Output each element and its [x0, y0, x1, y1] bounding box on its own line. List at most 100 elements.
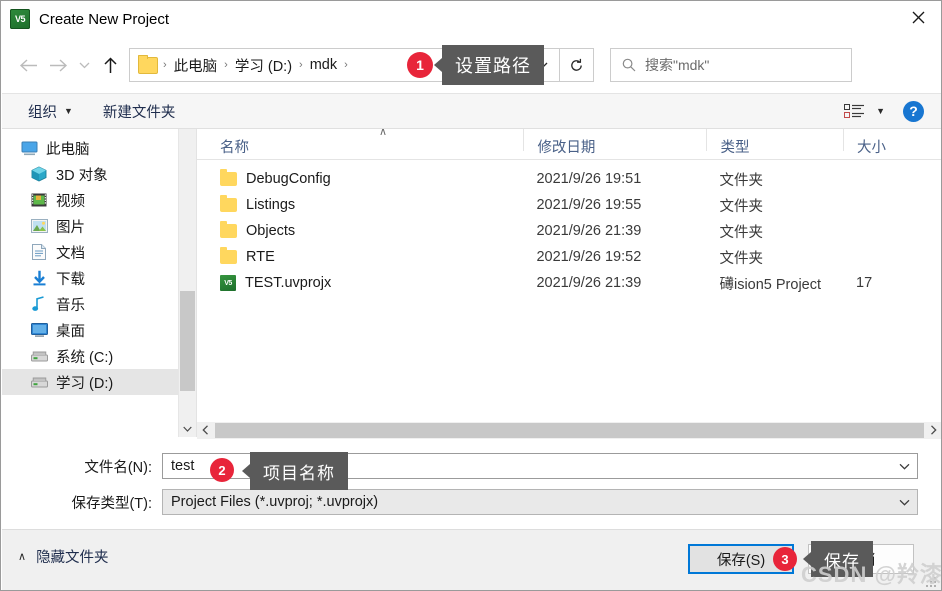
- hide-folders-label: 隐藏文件夹: [36, 550, 109, 566]
- sidebar-item-2[interactable]: 视频: [2, 187, 178, 213]
- breadcrumb-item-1[interactable]: 学习 (D:): [233, 55, 294, 76]
- pictures-icon: [30, 218, 48, 234]
- file-name-label: DebugConfig: [246, 171, 331, 187]
- breadcrumb-separator: ›: [224, 59, 228, 71]
- column-header-date[interactable]: 修改日期: [523, 129, 706, 156]
- sidebar-item-8[interactable]: 系统 (C:): [2, 343, 178, 369]
- table-row[interactable]: TEST.uvprojx 2021/9/26 21:39 礡ision5 Proje…: [197, 270, 941, 296]
- sidebar-item-0[interactable]: 此电脑: [2, 135, 178, 161]
- help-button[interactable]: ?: [903, 100, 924, 122]
- scrollbar-thumb[interactable]: [215, 423, 924, 438]
- folder-icon: [220, 195, 237, 212]
- create-new-project-dialog: Create New Project › 此电脑 › 学习 (D:) ›: [0, 0, 942, 591]
- sidebar-item-label: 系统 (C:): [56, 349, 114, 366]
- chevron-down-icon[interactable]: [891, 490, 917, 514]
- file-name-label: Listings: [246, 197, 296, 213]
- chevron-up-icon[interactable]: chevron-up-icon: [179, 129, 196, 146]
- column-headers: ∧ 名称 修改日期 类型 大小: [197, 129, 941, 160]
- refresh-icon[interactable]: [560, 48, 594, 82]
- sidebar-item-9[interactable]: 学习 (D:): [2, 369, 178, 395]
- breadcrumb-item-2[interactable]: mdk: [308, 57, 339, 73]
- annotation-badge-2: 2: [210, 458, 234, 482]
- breadcrumb-item-0[interactable]: 此电脑: [172, 55, 220, 76]
- file-size-cell: 17: [856, 275, 873, 291]
- file-type-cell: 文件夹: [719, 224, 763, 241]
- window-title: Create New Project: [39, 10, 170, 28]
- table-row[interactable]: DebugConfig 2021/9/26 19:51 文件夹: [197, 166, 941, 192]
- title-bar: Create New Project: [1, 1, 941, 37]
- forward-icon[interactable]: [43, 48, 73, 82]
- file-rows: DebugConfig 2021/9/26 19:51 文件夹 Listings 202…: [197, 160, 941, 296]
- navigation-pane: 此电脑 3D 对象视频图片文档下载音乐 桌面系统 (C:) 学习 (D:): [2, 129, 178, 437]
- videos-icon: [30, 192, 48, 208]
- table-row[interactable]: Listings 2021/9/26 19:55 文件夹: [197, 192, 941, 218]
- sidebar-item-5[interactable]: 下载: [2, 265, 178, 291]
- folder-icon: [220, 169, 237, 186]
- file-date-cell: 2021/9/26 19:52: [536, 249, 642, 265]
- close-icon[interactable]: [895, 1, 941, 34]
- file-list-horizontal-scrollbar[interactable]: [197, 422, 941, 439]
- filename-label: 文件名(N):: [84, 459, 152, 476]
- folder-icon: [138, 54, 158, 74]
- chevron-down-icon[interactable]: [891, 454, 917, 478]
- sidebar-item-3[interactable]: 图片: [2, 213, 178, 239]
- uvision5-icon: [10, 9, 30, 29]
- file-date-cell: 2021/9/26 19:51: [536, 171, 642, 187]
- table-row[interactable]: Objects 2021/9/26 21:39 文件夹: [197, 218, 941, 244]
- new-folder-button[interactable]: 新建文件夹: [95, 94, 184, 128]
- sidebar-item-6[interactable]: 音乐: [2, 291, 178, 317]
- back-icon[interactable]: [13, 48, 43, 82]
- filename-row: 文件名(N): test: [2, 453, 941, 479]
- column-header-type[interactable]: 类型: [706, 129, 843, 156]
- sidebar-item-label: 视频: [56, 193, 85, 210]
- hide-folders-button[interactable]: ∧ 隐藏文件夹: [18, 546, 109, 567]
- sort-indicator-icon: ∧: [379, 129, 388, 138]
- sidebar-item-label: 下载: [56, 271, 85, 288]
- search-icon: [622, 58, 636, 72]
- file-name-label: Objects: [246, 223, 296, 239]
- scrollbar-thumb[interactable]: [180, 291, 195, 391]
- chevron-left-icon[interactable]: [197, 424, 214, 437]
- file-name-label: TEST.uvprojx: [245, 275, 332, 291]
- column-header-name[interactable]: 名称: [197, 129, 523, 157]
- history-chevron-down-icon[interactable]: [73, 48, 95, 82]
- file-type-cell: 文件夹: [719, 198, 763, 215]
- view-options-icon[interactable]: [841, 102, 867, 120]
- file-type-cell: 文件夹: [719, 172, 763, 189]
- sidebar-item-label: 学习 (D:): [56, 375, 114, 392]
- new-folder-label: 新建文件夹: [102, 104, 176, 121]
- savetype-select[interactable]: Project Files (*.uvproj; *.uvprojx): [162, 489, 918, 515]
- 3d-objects-icon: [30, 166, 48, 182]
- file-name-cell: Listings: [197, 195, 523, 213]
- annotation-tooltip-1: 设置路径: [434, 45, 544, 85]
- breadcrumb-separator: ›: [163, 59, 167, 71]
- drive-icon: [30, 348, 48, 364]
- content-area: 此电脑 3D 对象视频图片文档下载音乐桌面系统 (C:) 学习 (D:) chevr…: [2, 129, 941, 437]
- annotation-badge-3: 3: [773, 547, 797, 571]
- savetype-label: 保存类型(T):: [71, 495, 152, 512]
- sidebar-item-4[interactable]: 文档: [2, 239, 178, 265]
- search-placeholder: 搜索"mdk": [645, 57, 710, 73]
- uvision5-icon: [220, 275, 236, 291]
- sidebar-item-7[interactable]: 桌面: [2, 317, 178, 343]
- chevron-up-icon: ∧: [18, 551, 27, 563]
- chevron-right-icon[interactable]: [925, 424, 941, 437]
- search-input[interactable]: 搜索"mdk": [610, 48, 852, 82]
- chevron-down-icon: ▼: [64, 106, 73, 116]
- sidebar-scrollbar[interactable]: chevron-up-icon: [178, 129, 196, 437]
- file-name-cell: DebugConfig: [197, 169, 523, 187]
- column-header-size[interactable]: 大小: [843, 129, 941, 156]
- chevron-down-icon[interactable]: [179, 420, 196, 437]
- organize-button[interactable]: 组织 ▼: [20, 94, 81, 128]
- view-chevron-down-icon[interactable]: ▼: [876, 106, 885, 116]
- table-row[interactable]: RTE 2021/9/26 19:52 文件夹: [197, 244, 941, 270]
- sidebar-item-label: 图片: [56, 219, 85, 236]
- folder-icon: [220, 247, 237, 264]
- savetype-value: Project Files (*.uvproj; *.uvprojx): [171, 494, 379, 510]
- breadcrumb-separator: ›: [299, 59, 303, 71]
- up-icon[interactable]: [95, 48, 125, 82]
- file-type-cell: 文件夹: [719, 250, 763, 267]
- file-name-cell: TEST.uvprojx: [197, 275, 523, 291]
- file-name-label: RTE: [246, 249, 275, 265]
- sidebar-item-1[interactable]: 3D 对象: [2, 161, 178, 187]
